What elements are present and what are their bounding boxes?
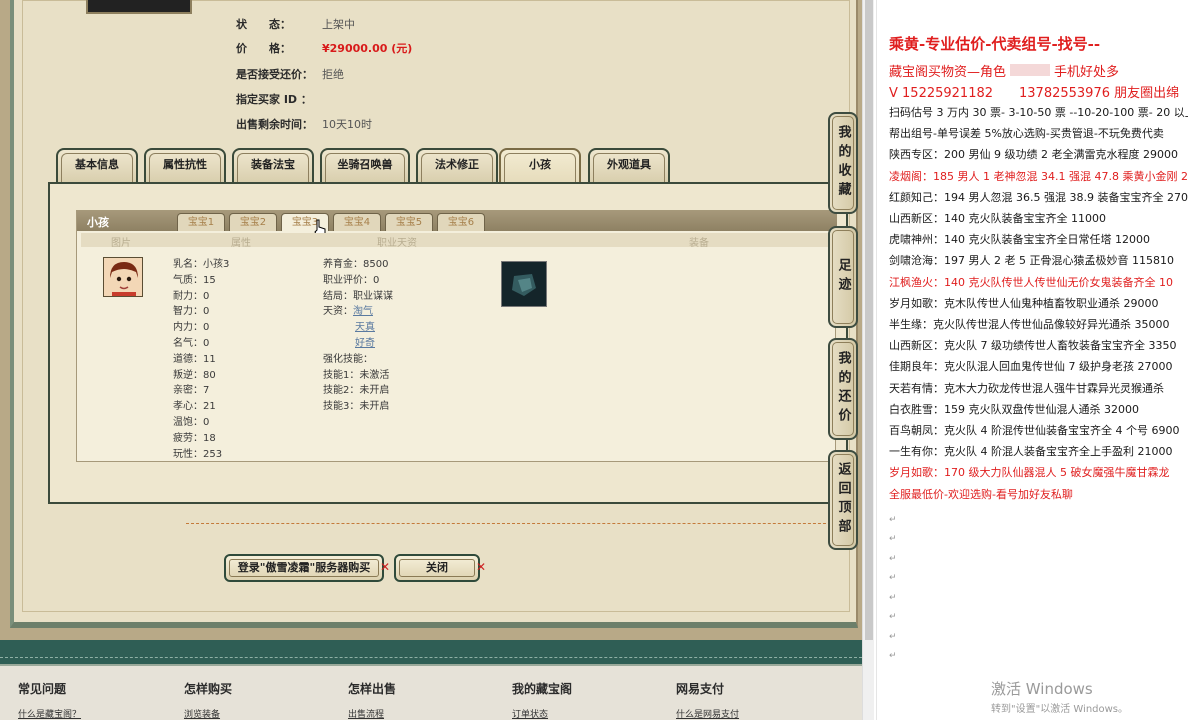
time-row: 出售剩余时间： 10天10时 [236, 118, 372, 131]
col-attributes: 属性 [231, 238, 251, 249]
scrollbar-thumb[interactable] [865, 0, 873, 640]
back-to-top-button[interactable]: 返回顶部 [828, 450, 858, 550]
ad-document-panel: 乘黄-专业估价-代卖组号-找号-- 藏宝阁买物资—角色 手机好处多 V 15225… [876, 0, 1188, 720]
paragraph-mark: ↵ [889, 632, 897, 642]
windows-watermark-sub: 转到"设置"以激活 Windows。 [991, 704, 1129, 715]
vertical-scrollbar[interactable] [862, 0, 874, 720]
paragraph-mark: ↵ [889, 612, 897, 622]
child-panel-inner: 小孩 宝宝1 宝宝2 宝宝3 宝宝4 宝宝5 宝宝6 图片 属性 职业天资 装备 [76, 210, 837, 462]
paragraph-mark: ↵ [889, 515, 897, 525]
footer-link[interactable]: 浏览装备 [184, 707, 232, 720]
talent-link[interactable]: 淘气 [353, 306, 373, 317]
ad-line: 一生有你：克火队 4 阶混人装备宝宝齐全上手盈利 21000 [889, 445, 1173, 458]
child-panel-header: 小孩 宝宝1 宝宝2 宝宝3 宝宝4 宝宝5 宝宝6 [77, 211, 837, 239]
tab-baby-6[interactable]: 宝宝6 [437, 213, 485, 231]
footer-link[interactable]: 什么是网易支付 [676, 707, 739, 720]
child-table-header: 图片 属性 职业天资 装备 [81, 233, 833, 249]
footer-col-how-to-sell: 怎样出售 出售流程 [348, 682, 397, 720]
footer-link[interactable]: 订单状态 [512, 707, 572, 720]
career-list: 养育金：8500 职业评价：0 结局：职业谋谋 天资：淘气 天真 好奇 强化技能… [323, 259, 393, 413]
attribute-list: 乳名：小孩3 气质：15 耐力：0 智力：0 内力：0 名气：0 道德：11 叛… [173, 259, 230, 460]
game-page: 状 态： 上架中 价 格： ¥29000.00 (元) 是否接受还价： 拒绝 指定买家… [0, 0, 862, 720]
tab-equipment[interactable]: 装备法宝 [232, 148, 314, 182]
ad-line: 山西新区：克火队 7 级功绩传世人畜牧装备宝宝齐全 3350 [889, 339, 1177, 352]
col-picture: 图片 [111, 238, 131, 249]
ad-line: 红颜知己：194 男人忽混 36.5 强混 38.9 装备宝宝齐全 2700 [889, 191, 1188, 204]
my-bargains-button[interactable]: 我的还价 [828, 338, 858, 440]
ad-title: 乘黄-专业估价-代卖组号-找号-- [889, 35, 1101, 53]
paragraph-mark: ↵ [889, 651, 897, 661]
footer-col-payment: 网易支付 什么是网易支付 [676, 682, 740, 720]
ad-line: 白衣胜雪：159 克火队双盘传世仙混人通杀 32000 [889, 403, 1139, 416]
ad-line: 岁月如歌：170 级大力队仙器混人 5 破女魔强牛魔甘霖龙 [889, 466, 1170, 479]
child-avatar [103, 257, 143, 297]
tab-basic-info[interactable]: 基本信息 [56, 148, 138, 182]
tab-children[interactable]: 小孩 [499, 148, 581, 182]
child-panel-title: 小孩 [87, 216, 109, 229]
paragraph-mark: ↵ [889, 593, 897, 603]
tab-spell-correction[interactable]: 法术修正 [416, 148, 498, 182]
footer-col-how-to-buy: 怎样购买 浏览装备 [184, 682, 233, 720]
price-value: ¥29000.00 (元) [322, 42, 413, 55]
ad-line: 山西新区：140 克火队装备宝宝齐全 11000 [889, 212, 1106, 225]
item-thumbnail [86, 0, 192, 14]
close-x-icon: ✕ [476, 560, 487, 574]
ad-line: 江枫渔火：140 克火队传世人传世仙无价女鬼装备齐全 10 [889, 276, 1173, 289]
paragraph-mark: ↵ [889, 534, 897, 544]
buyer-row: 指定买家 ID ： [236, 93, 312, 106]
ad-line: 凌烟阁：185 男人 1 老神忽混 34.1 强混 47.8 乘黄小金刚 2 [889, 170, 1188, 183]
ad-line: 岁月如歌：克木队传世人仙鬼种植畜牧职业通杀 29000 [889, 297, 1159, 310]
ad-line: 天若有情：克木大力砍龙传世混人强牛甘霖异光灵猴通杀 [889, 382, 1164, 395]
close-button[interactable]: 关闭 [394, 554, 480, 582]
ad-line: 虎啸神州：140 克火队装备宝宝齐全日常任塔 12000 [889, 233, 1150, 246]
buy-on-server-button[interactable]: 登录"傲雪凌霜"服务器购买 [224, 554, 384, 582]
ad-line: 扫码估号 3 万内 30 票- 3-10-50 票 --10-20-100 票-… [889, 106, 1188, 119]
equipment-slot[interactable] [501, 261, 547, 307]
ad-phone: V 15225921182 13782553976 朋友圈出绵 [889, 86, 1180, 101]
footprint-button[interactable]: 足迹 [828, 226, 858, 328]
ad-line: 陕西专区：200 男仙 9 级功绩 2 老全满雷克水程度 29000 [889, 148, 1178, 161]
tab-baby-5[interactable]: 宝宝5 [385, 213, 433, 231]
footer-col-faq: 常见问题 什么是藏宝阁？ [18, 682, 82, 720]
bargain-row: 是否接受还价： 拒绝 [236, 68, 344, 81]
ad-line: 百鸟朝凤：克火队 4 阶混传世仙装备宝宝齐全 4 个号 6900 [889, 424, 1180, 437]
talent-link[interactable]: 好奇 [355, 338, 375, 349]
tab-mounts-pets[interactable]: 坐骑召唤兽 [320, 148, 410, 182]
separator-line [186, 523, 836, 524]
my-favorites-button[interactable]: 我的收藏 [828, 112, 858, 214]
child-panel: 小孩 宝宝1 宝宝2 宝宝3 宝宝4 宝宝5 宝宝6 图片 属性 职业天资 装备 [48, 182, 848, 504]
bargain-value: 拒绝 [322, 68, 344, 81]
tab-baby-2[interactable]: 宝宝2 [229, 213, 277, 231]
footer-bar [0, 650, 862, 666]
ad-line: 全服最低价-欢迎选购-看号加好友私聊 [889, 488, 1073, 501]
col-career: 职业天资 [377, 238, 417, 249]
footer-link[interactable]: 出售流程 [348, 707, 396, 720]
talent-link[interactable]: 天真 [355, 322, 375, 333]
ad-line: 半生缘：克火队传世混人传世仙品像较好异光通杀 35000 [889, 318, 1170, 331]
ad-line-2: 藏宝阁买物资—角色 手机好处多 [889, 64, 1120, 80]
ad-line: 佳期良年：克火队混人回血鬼传世仙 7 级护身老孩 27000 [889, 360, 1173, 373]
paragraph-mark: ↵ [889, 554, 897, 564]
windows-watermark: 激活 Windows [991, 680, 1093, 698]
price-row: 价 格： ¥29000.00 (元) [236, 42, 413, 55]
tab-appearance[interactable]: 外观道具 [588, 148, 670, 182]
footer-col-my-account: 我的藏宝阁 订单状态 [512, 682, 573, 720]
tab-attributes[interactable]: 属性抗性 [144, 148, 226, 182]
site-footer: 常见问题 什么是藏宝阁？ 怎样购买 浏览装备 怎样出售 出售流程 我的藏宝阁 订… [0, 650, 862, 720]
tab-baby-1[interactable]: 宝宝1 [177, 213, 225, 231]
col-equipment: 装备 [689, 238, 709, 249]
ad-line: 帮出组号-单号误差 5%放心选购-买贵管退-不玩免费代卖 [889, 127, 1164, 140]
footer-link[interactable]: 什么是藏宝阁？ [18, 707, 81, 720]
tab-baby-4[interactable]: 宝宝4 [333, 213, 381, 231]
close-x-icon: ✕ [380, 560, 391, 574]
status-row: 状 态： 上架中 [236, 18, 355, 31]
paragraph-mark: ↵ [889, 573, 897, 583]
ad-line: 剑啸沧海：197 男人 2 老 5 正骨混心猿孟极妙音 115810 [889, 254, 1174, 267]
status-value: 上架中 [322, 18, 355, 31]
time-value: 10天10时 [322, 118, 372, 131]
